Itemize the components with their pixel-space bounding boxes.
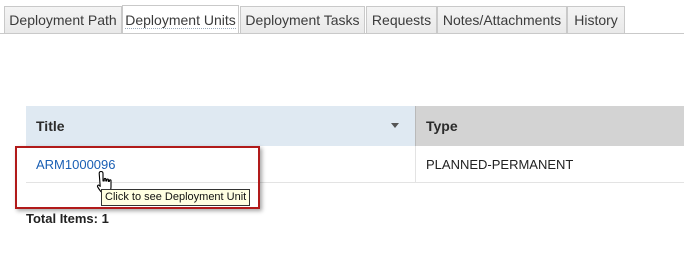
tab-bar: Deployment Path Deployment Units Deploym… (0, 0, 684, 35)
tab-label: Notes/Attachments (442, 12, 562, 28)
sort-dropdown-icon[interactable] (391, 123, 399, 128)
tab-label: Requests (371, 12, 432, 28)
tab-history[interactable]: History (567, 6, 625, 33)
tooltip: Click to see Deployment Unit (101, 189, 251, 206)
column-header-label: Type (426, 118, 458, 134)
tab-label: Deployment Units (125, 11, 236, 29)
tab-divider (0, 33, 684, 34)
total-items-label: Total Items: 1 (26, 211, 109, 226)
column-header-type[interactable]: Type (415, 106, 684, 146)
column-header-title[interactable]: Title (26, 106, 415, 146)
cell-type: PLANNED-PERMANENT (415, 146, 684, 182)
tab-label: Deployment Tasks (245, 12, 360, 28)
tab-label: Deployment Path (9, 12, 117, 28)
tab-deployment-tasks[interactable]: Deployment Tasks (240, 6, 365, 33)
tab-requests[interactable]: Requests (366, 6, 437, 33)
tab-deployment-units[interactable]: Deployment Units (122, 5, 239, 34)
tab-notes-attachments[interactable]: Notes/Attachments (437, 6, 567, 33)
tab-label: History (574, 12, 618, 28)
tab-deployment-path[interactable]: Deployment Path (4, 6, 122, 33)
column-header-label: Title (36, 118, 65, 134)
